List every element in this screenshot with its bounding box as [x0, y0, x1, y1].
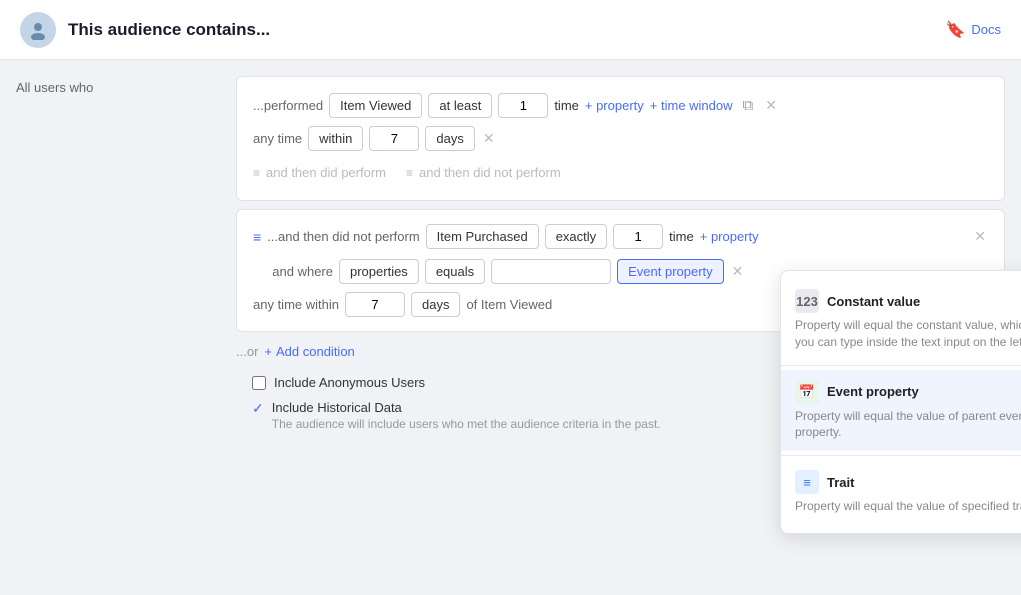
did-not-perform-item: ≡ and then did not perform	[406, 165, 561, 180]
add-time-window-btn[interactable]: + time window	[650, 98, 733, 113]
check-icon: ✓	[252, 400, 264, 417]
bookmark-icon: 🔖	[945, 20, 965, 40]
docs-label: Docs	[971, 22, 1001, 37]
trait-title: Trait	[827, 475, 854, 490]
add-condition-label: Add condition	[276, 344, 355, 359]
close-btn-1[interactable]: ✕	[763, 97, 779, 114]
event-header: 📅 Event property ✓	[795, 380, 1021, 404]
and-where-label: and where	[253, 264, 333, 279]
close-prop-btn[interactable]: ✕	[730, 263, 746, 280]
any-time-label-1: any time	[253, 131, 302, 146]
add-property-btn-2[interactable]: + property	[700, 229, 759, 244]
close-btn-2[interactable]: ✕	[972, 228, 988, 245]
history-label: Include Historical Data	[272, 400, 402, 415]
time-label-1: time	[554, 98, 579, 113]
event-prop-desc: Property will equal the value of parent …	[795, 408, 1021, 442]
time-label-2: time	[669, 229, 694, 244]
event-prop-icon: 📅	[795, 380, 819, 404]
of-label: of Item Viewed	[466, 297, 552, 312]
within-pill[interactable]: within	[308, 126, 363, 151]
history-desc: The audience will include users who met …	[272, 417, 661, 431]
constant-title: Constant value	[827, 294, 920, 309]
did-perform-item: ≡ and then did perform	[253, 165, 386, 180]
trait-item[interactable]: ≡ Trait Property will equal the value of…	[781, 460, 1021, 525]
days-pill-1[interactable]: days	[425, 126, 474, 151]
trait-icon: ≡	[795, 470, 819, 494]
add-condition-button[interactable]: + Add condition	[264, 344, 354, 359]
filter-icon-2: ≡	[406, 166, 413, 180]
constant-title-row: 123 Constant value	[795, 289, 920, 313]
header-title: This audience contains...	[68, 20, 270, 40]
header: This audience contains... 🔖 Docs	[0, 0, 1021, 60]
or-label: ...or	[236, 344, 258, 359]
did-perform-label: and then did perform	[266, 165, 386, 180]
history-content: Include Historical Data The audience wil…	[272, 400, 661, 431]
rule-block-1: ...performed Item Viewed at least time +…	[236, 76, 1005, 201]
properties-pill[interactable]: properties	[339, 259, 419, 284]
dropdown-popup: 123 Constant value Property will equal t…	[780, 270, 1021, 534]
event-title-row: 📅 Event property	[795, 380, 919, 404]
anon-label: Include Anonymous Users	[274, 375, 425, 390]
separator-1	[781, 365, 1021, 366]
all-users-label: All users who	[16, 80, 93, 95]
performed-label: ...performed	[253, 98, 323, 113]
plus-icon: +	[264, 344, 272, 359]
filter-icon-3: ≡	[253, 229, 261, 245]
event-property-btn[interactable]: Event property	[617, 259, 724, 284]
did-not-perform-label: and then did not perform	[419, 165, 561, 180]
sub-rule-row-1: any time within days ✕	[253, 126, 988, 151]
event-prop-title: Event property	[827, 384, 919, 399]
exactly-pill[interactable]: exactly	[545, 224, 607, 249]
equals-pill[interactable]: equals	[425, 259, 485, 284]
event-name-pill-1[interactable]: Item Viewed	[329, 93, 422, 118]
docs-link[interactable]: 🔖 Docs	[945, 20, 1001, 40]
count-input-1[interactable]	[498, 93, 548, 118]
anon-checkbox[interactable]	[252, 376, 266, 390]
header-left: This audience contains...	[20, 12, 270, 48]
trait-desc: Property will equal the value of specifi…	[795, 498, 1021, 515]
constant-desc: Property will equal the constant value, …	[795, 317, 1021, 351]
days-input-1[interactable]	[369, 126, 419, 151]
constant-value-item[interactable]: 123 Constant value Property will equal t…	[781, 279, 1021, 361]
trait-title-row: ≡ Trait	[795, 470, 854, 494]
trait-header: ≡ Trait	[795, 470, 1021, 494]
event-property-item[interactable]: 📅 Event property ✓ Property will equal t…	[781, 370, 1021, 452]
days-input-2[interactable]	[345, 292, 405, 317]
filter-icon-1: ≡	[253, 166, 260, 180]
days-pill-2[interactable]: days	[411, 292, 460, 317]
copy-icon[interactable]: ⧉	[739, 95, 758, 116]
any-time-within-label: any time within	[253, 297, 339, 312]
count-input-2[interactable]	[613, 224, 663, 249]
and-then-row: ≡ ...and then did not perform Item Purch…	[253, 224, 988, 249]
clear-time-btn-1[interactable]: ✕	[481, 130, 497, 147]
rule-row-1: ...performed Item Viewed at least time +…	[253, 93, 988, 118]
avatar	[20, 12, 56, 48]
at-least-pill[interactable]: at least	[428, 93, 492, 118]
constant-header: 123 Constant value	[795, 289, 1021, 313]
add-property-btn-1[interactable]: + property	[585, 98, 644, 113]
and-then-not-label: ...and then did not perform	[267, 229, 419, 244]
sidebar: All users who	[0, 60, 220, 595]
value-input[interactable]	[491, 259, 611, 284]
event-name-pill-2[interactable]: Item Purchased	[426, 224, 539, 249]
separator-2	[781, 455, 1021, 456]
constant-icon: 123	[795, 289, 819, 313]
divider-area-1: ≡ and then did perform ≡ and then did no…	[253, 157, 988, 188]
